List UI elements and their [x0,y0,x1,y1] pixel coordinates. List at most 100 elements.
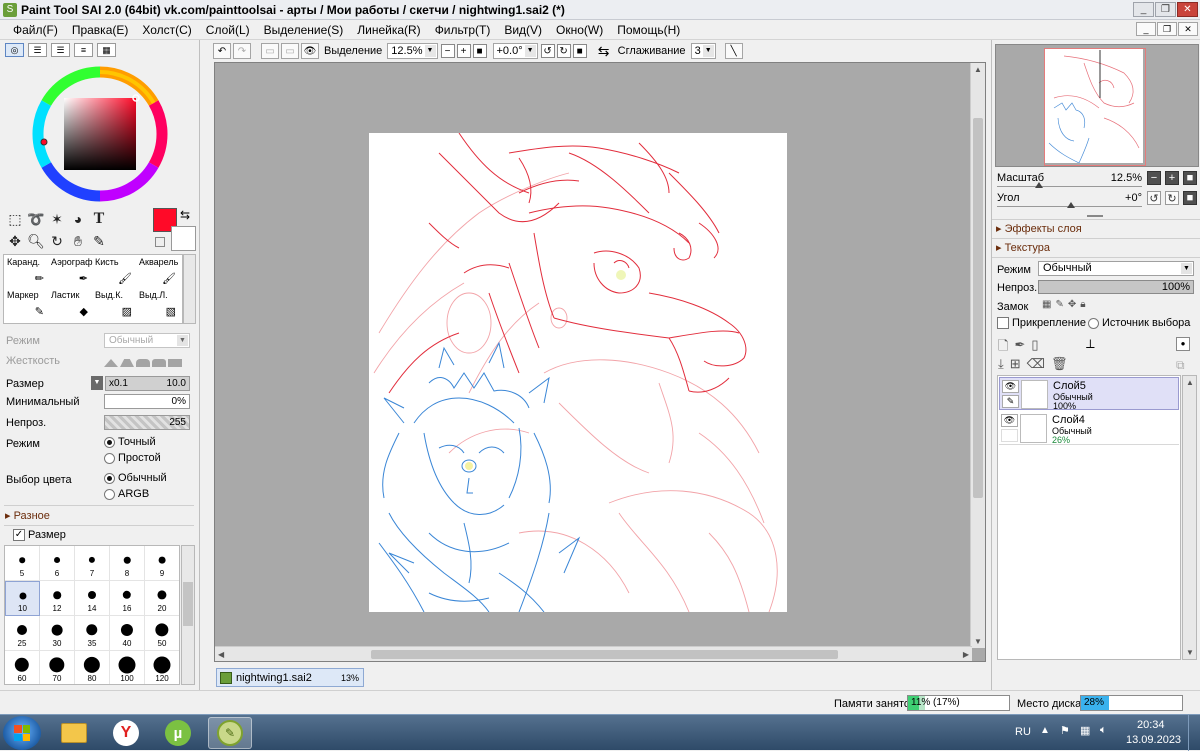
volume-icon[interactable]: 🔈︎ [1100,724,1107,737]
brush-size-16[interactable]: 16 [110,581,145,616]
brush-size-25[interactable]: 25 [5,616,40,651]
transfer-down-icon[interactable]: ⤓ [998,356,1004,372]
move-icon[interactable]: ✥ [5,231,25,251]
layer-item[interactable]: 👁︎ ✎ Слой5 Обычный 100% [999,377,1179,411]
nav-zoom-in-button[interactable]: + [1165,171,1179,185]
rotate-icon[interactable]: ↻ [47,231,67,251]
brush-size-70[interactable]: 70 [40,651,75,684]
navigator-preview[interactable] [995,44,1199,167]
undo-button[interactable]: ↶ [213,43,231,59]
rotate-reset-button[interactable]: ■ [572,44,587,58]
merge-down-icon[interactable]: ⊞ [1010,356,1021,372]
menu-layer[interactable]: Слой(L) [199,20,257,40]
smoothing-select[interactable]: 3 ▼ [690,43,716,59]
lock-paint-icon[interactable]: ✎ [1055,299,1063,310]
language-indicator[interactable]: RU [1015,726,1031,738]
rotate-right-button[interactable]: ↻ [556,44,571,58]
brush-list-scrollbar[interactable] [183,254,196,324]
text-tool-icon[interactable]: T [89,209,109,229]
hardness-selector[interactable] [104,353,190,367]
brush-mode-select[interactable]: Обычный ▼ [104,333,190,348]
misc-section-toggle[interactable]: ▸ Разное [5,509,50,522]
menu-filter[interactable]: Фильтр(T) [428,20,498,40]
brush-size-40[interactable]: 40 [110,616,145,651]
yandex-browser-taskbar-button[interactable]: Y [104,717,148,749]
hand-icon[interactable]: ✋︎ [68,231,88,251]
painttool-sai-taskbar-button[interactable]: ✎ [208,717,252,749]
zoom-reset-button[interactable]: ■ [472,44,487,58]
color-wheel-tab[interactable]: ◎ [5,43,24,57]
canvas-paper[interactable] [369,133,787,612]
show-hidden-icons-icon[interactable]: ▲ [1040,725,1050,736]
menu-view[interactable]: Вид(V) [497,20,549,40]
color-normal-radio[interactable]: Обычный [104,472,167,484]
close-button[interactable]: ✕ [1177,2,1198,17]
brush-size-7[interactable]: 7 [75,546,110,581]
scrollbar-thumb[interactable] [371,650,838,659]
canvas-horizontal-scrollbar[interactable]: ◀ ▶ [215,646,972,661]
blend-simple-radio[interactable]: Простой [104,452,161,464]
brush-size-35[interactable]: 35 [75,616,110,651]
document-tab[interactable]: nightwing1.sai2 13% [216,668,364,687]
nav-zoom-reset-button[interactable]: ■ [1183,171,1197,185]
doc-restore-button[interactable]: ❐ [1157,22,1177,36]
pencil-icon[interactable]: ✎ [1002,395,1019,408]
lock-transparency-icon[interactable]: ▦ [1042,299,1051,310]
texture-toggle[interactable]: ▸ Текстура [996,241,1050,254]
canvas-vertical-scrollbar[interactable]: ▲ ▼ [970,63,985,648]
brush-marker[interactable]: Маркер ✎ [4,288,48,321]
layer-move-icon[interactable]: ⟂ [1086,336,1095,352]
nav-rotate-reset-button[interactable]: ■ [1183,191,1197,205]
swatches-tab[interactable]: ▦ [97,43,116,57]
eye-icon[interactable]: 👁︎ [1001,414,1018,427]
navigator-viewport-frame[interactable] [1044,48,1146,166]
brush-size-80[interactable]: 80 [75,651,110,684]
opacity-slider[interactable]: 255 [104,415,190,430]
selection-visibility-button[interactable]: 👁︎ [301,43,319,59]
stabilizer-line-icon[interactable]: ╲ [724,43,743,59]
color-wheel[interactable] [32,66,168,202]
reset-colors-icon[interactable] [155,237,165,247]
layer-list-scrollbar[interactable]: ▲ ▼ [1182,375,1197,660]
lock-move-icon[interactable]: ✥ [1068,299,1076,310]
menu-selection[interactable]: Выделение(S) [257,20,351,40]
size-grid-scrollbar[interactable] [181,545,195,685]
minimize-button[interactable]: _ [1133,2,1154,17]
rgb-sliders-tab[interactable]: ☰ [28,43,47,57]
shape-icon[interactable]: ◕ [68,209,88,229]
menu-file[interactable]: Файл(F) [6,20,65,40]
brush-size-6[interactable]: 6 [40,546,75,581]
swap-colors-icon[interactable]: ⇆ [180,208,190,222]
delete-layer-icon[interactable]: 🗑︎ [1051,356,1068,372]
menu-help[interactable]: Помощь(H) [610,20,687,40]
doc-minimize-button[interactable]: _ [1136,22,1156,36]
brush-watercolor[interactable]: Акварель 🖌︎ [136,255,180,288]
brush-size-50[interactable]: 50 [145,616,179,651]
size-slider[interactable]: x0.1 10.0 [105,376,190,391]
layer-opacity-slider[interactable]: 100% [1038,280,1194,294]
maximize-button[interactable]: ❐ [1155,2,1176,17]
clock-time[interactable]: 20:34 [1137,719,1165,731]
lasso-icon[interactable]: ➰ [26,209,46,229]
flip-horizontal-icon[interactable]: ⇆ [595,43,613,59]
angle-select[interactable]: +0.0° ▼ [492,43,538,59]
doc-close-button[interactable]: ✕ [1178,22,1198,36]
menu-canvas[interactable]: Холст(C) [135,20,198,40]
color-mixer-tab[interactable]: ≡ [74,43,93,57]
color-argb-radio[interactable]: ARGB [104,488,149,500]
zoom-icon[interactable]: 🔍︎ [26,231,46,251]
deselect-button[interactable]: ▭ [261,43,279,59]
layer-options-button[interactable]: ● [1176,337,1190,351]
start-button[interactable] [3,716,41,750]
zoom-slider-handle[interactable] [1035,182,1043,188]
zoom-slider-track[interactable] [997,186,1142,187]
brush-size-120[interactable]: 120 [145,651,179,684]
nav-zoom-out-button[interactable]: − [1147,171,1161,185]
layer-view-icon[interactable]: ⧉ [1176,358,1192,372]
brush-eraser[interactable]: Ластик ◆ [48,288,92,321]
invert-selection-button[interactable]: ▭ [281,43,299,59]
panel-splitter[interactable] [1087,215,1103,217]
min-size-slider[interactable]: 0% [104,394,190,409]
clip-checkbox[interactable]: Прикрепление [997,317,1086,329]
lock-all-icon[interactable]: 🔒︎ [1080,299,1085,310]
